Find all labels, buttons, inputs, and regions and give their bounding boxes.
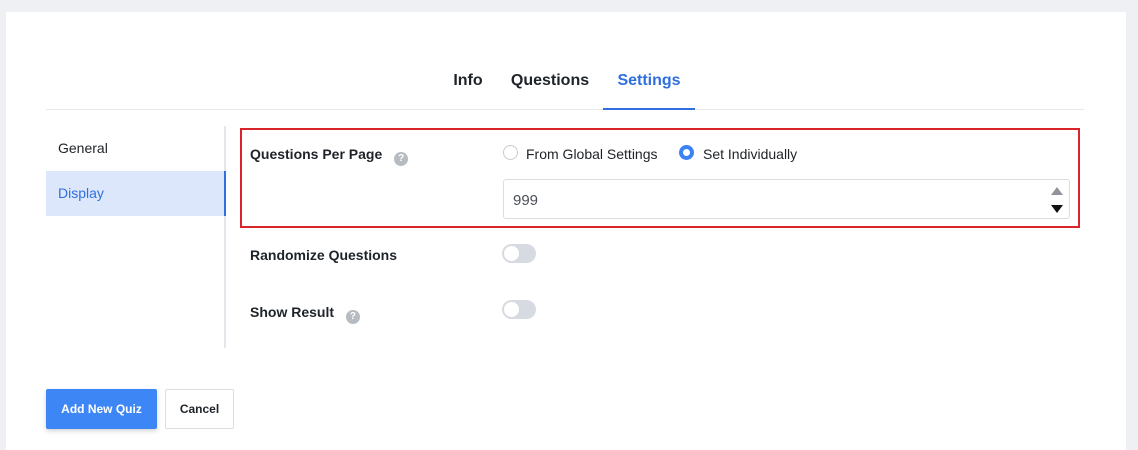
toggle-knob [504,246,519,261]
help-icon[interactable]: ? [345,310,360,324]
radio-from-global-settings[interactable] [503,145,518,160]
tab-bar: Info Questions Settings [46,66,1084,110]
toggle-knob [504,302,519,317]
radio-label-from-global-settings[interactable]: From Global Settings [526,146,658,162]
questions-per-page-value[interactable]: 999 [513,192,538,209]
add-new-quiz-button[interactable]: Add New Quiz [46,389,157,429]
questions-per-page-label: Questions Per Page [250,146,383,162]
increment-icon[interactable] [1047,182,1067,199]
sidebar-item-display[interactable]: Display [46,171,226,216]
questions-per-page-input[interactable]: 999 [503,179,1070,219]
randomize-questions-toggle[interactable] [502,244,536,263]
tab-info[interactable]: Info [450,66,486,110]
help-icon[interactable]: ? [394,152,409,166]
randomize-questions-label: Randomize Questions [250,247,398,263]
sidebar-item-general[interactable]: General [46,126,224,171]
quiz-editor-panel: Info Questions Settings General Display … [6,12,1126,450]
cancel-button[interactable]: Cancel [165,389,234,429]
tab-questions[interactable]: Questions [510,66,590,110]
show-result-label: Show Result [250,304,335,320]
questions-per-page-row: Questions Per Page ? [250,146,409,166]
settings-sidebar: General Display [46,126,226,348]
decrement-icon[interactable] [1047,200,1067,217]
tab-settings[interactable]: Settings [603,66,695,110]
radio-label-set-individually[interactable]: Set Individually [703,146,797,162]
show-result-row: Show Result ? [250,304,360,324]
show-result-toggle[interactable] [502,300,536,319]
radio-set-individually[interactable] [679,145,694,160]
